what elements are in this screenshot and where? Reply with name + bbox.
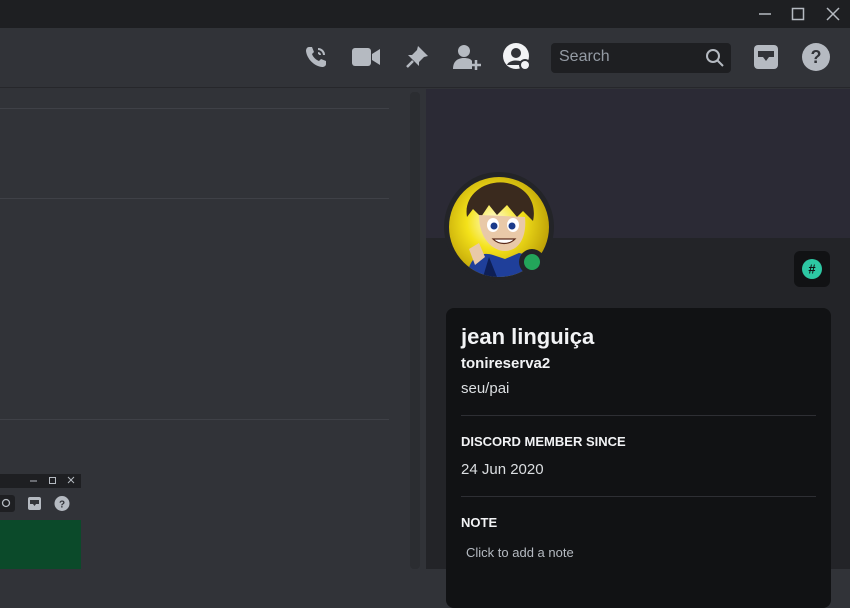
member-since-date: 24 Jun 2020 (461, 461, 544, 478)
mini-titlebar (0, 474, 81, 488)
video-icon[interactable] (351, 42, 381, 72)
svg-text:?: ? (59, 500, 65, 511)
svg-text:#: # (808, 262, 816, 277)
section-divider (461, 496, 816, 497)
message-divider (0, 198, 389, 199)
pronouns: seu/pai (461, 380, 510, 397)
profile-card: jean linguiça tonireserva2 seu/pai DISCO… (446, 308, 831, 608)
close-icon[interactable] (816, 0, 850, 28)
search-placeholder: Search (559, 48, 610, 65)
mini-toolbar: ? (0, 488, 81, 520)
hashtag-icon[interactable]: # (794, 251, 830, 287)
message-divider (0, 108, 389, 109)
status-online-dot (524, 254, 540, 270)
window-titlebar (0, 0, 850, 28)
svg-text:?: ? (811, 47, 822, 67)
display-name: jean linguiça (461, 324, 595, 349)
pin-icon[interactable] (402, 42, 432, 72)
section-divider (461, 415, 816, 416)
user-profile-icon[interactable] (502, 42, 532, 72)
message-divider (0, 419, 389, 420)
member-since-heading: DISCORD MEMBER SINCE (461, 434, 626, 449)
embedded-screenshot[interactable]: ? (0, 474, 81, 569)
search-input[interactable]: Search (551, 43, 731, 73)
user-profile-panel: # jean linguiça tonireserva2 seu/pai DIS… (426, 89, 850, 608)
username[interactable]: tonireserva2 (461, 355, 550, 372)
add-friend-icon[interactable] (452, 42, 482, 72)
help-icon[interactable]: ? (801, 42, 831, 72)
mini-content (0, 520, 81, 569)
online-status-indicator (519, 249, 545, 275)
inbox-icon[interactable] (751, 42, 781, 72)
chat-scrollbar[interactable] (410, 92, 420, 569)
search-icon[interactable] (705, 48, 725, 72)
call-icon[interactable] (301, 42, 331, 72)
maximize-icon[interactable] (781, 0, 815, 28)
note-input[interactable]: Click to add a note (466, 545, 574, 560)
note-heading: NOTE (461, 515, 498, 530)
minimize-icon[interactable] (748, 0, 782, 28)
